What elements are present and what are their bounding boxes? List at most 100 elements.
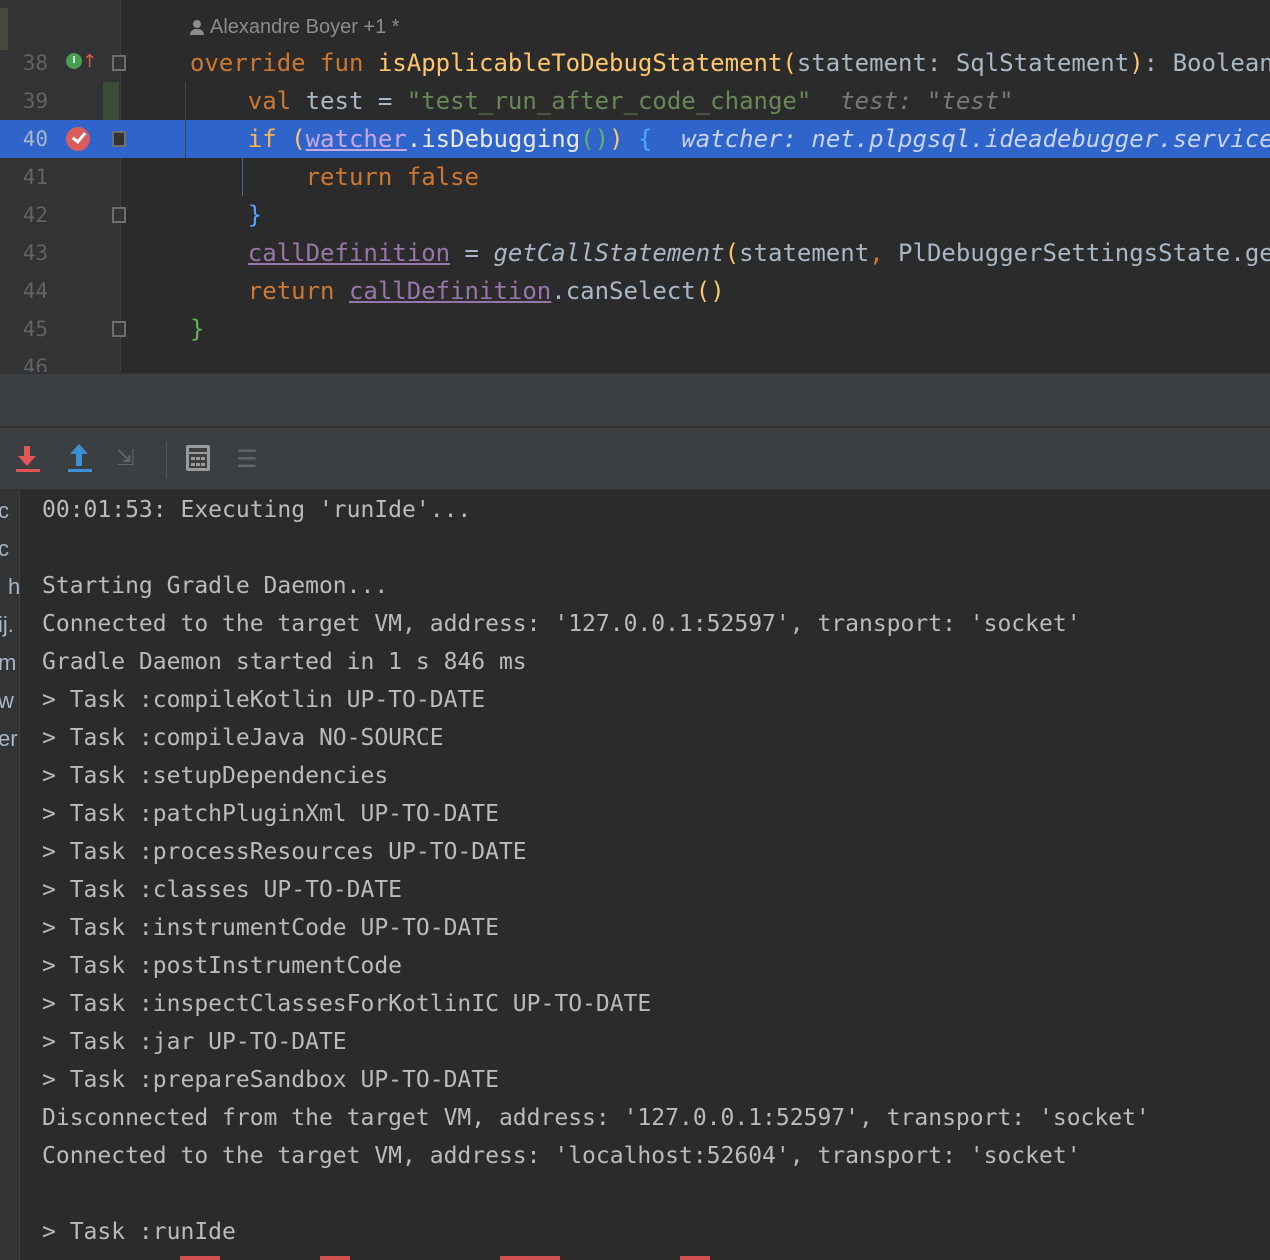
console-line[interactable]: > Task :compileJava NO-SOURCE: [42, 719, 444, 757]
vcs-change-marker[interactable]: [103, 82, 119, 120]
code-token: }: [190, 201, 263, 229]
author-text: Alexandre Boyer +1 *: [210, 15, 400, 38]
console-line[interactable]: 00:01:53: Executing 'runIde'...: [42, 491, 471, 529]
code-text[interactable]: if (watcher.isDebugging()) { watcher: ne…: [190, 120, 1270, 158]
caret-move-icon[interactable]: ⇲: [116, 442, 150, 476]
calculator-icon[interactable]: [186, 445, 210, 471]
code-token: callDefinition: [247, 239, 451, 267]
console-line[interactable]: > Task :classes UP-TO-DATE: [42, 871, 402, 909]
code-editor[interactable]: Alexandre Boyer +1 * 38 override fun isAp…: [0, 0, 1270, 372]
line-number[interactable]: 41: [8, 158, 48, 196]
console-line[interactable]: > Task :runIde: [42, 1213, 236, 1251]
truncated-text: c: [0, 498, 19, 524]
code-token: ): [609, 125, 624, 153]
code-token: test =: [305, 87, 407, 115]
run-console-output[interactable]: 00:01:53: Executing 'runIde'... Starting …: [20, 490, 1270, 1260]
code-line[interactable]: 46: [0, 348, 1270, 372]
console-line[interactable]: > Task :postInstrumentCode: [42, 947, 402, 985]
code-token: (: [291, 125, 306, 153]
code-text[interactable]: override fun isApplicableToDebugStatemen…: [190, 44, 1270, 82]
indent-guide: [185, 82, 186, 158]
console-line[interactable]: Connected to the target VM, address: 'lo…: [42, 1137, 1081, 1175]
code-token: ,: [869, 239, 899, 267]
code-token: getCallStatement: [493, 239, 725, 267]
console-line[interactable]: > Task :inspectClassesForKotlinIC UP-TO-…: [42, 985, 651, 1023]
line-number[interactable]: 43: [8, 234, 48, 272]
code-token: (): [580, 125, 610, 153]
code-line[interactable]: 44 return callDefinition.canSelect(): [0, 272, 1270, 310]
code-token: =: [450, 239, 494, 267]
console-line[interactable]: Gradle Daemon started in 1 s 846 ms: [42, 643, 527, 681]
code-line-current[interactable]: 40 if (watcher.isDebugging()) { watcher:…: [0, 120, 1270, 158]
code-token: .isDebugging: [406, 125, 581, 153]
console-truncated-line: [80, 1256, 1180, 1260]
code-token: watcher: net.plpgsql.ideadebugger.servic…: [652, 125, 1270, 153]
fold-icon[interactable]: [112, 55, 126, 71]
console-line[interactable]: > Task :patchPluginXml UP-TO-DATE: [42, 795, 499, 833]
line-number[interactable]: 39: [8, 82, 48, 120]
code-line[interactable]: 45}: [0, 310, 1270, 348]
console-line[interactable]: Disconnected from the target VM, address…: [42, 1099, 1150, 1137]
fold-icon[interactable]: [112, 207, 126, 223]
line-number[interactable]: 44: [8, 272, 48, 310]
implementation-gutter-icon[interactable]: I ↑: [66, 53, 97, 75]
line-number[interactable]: 46: [8, 348, 48, 372]
code-token: return: [190, 277, 349, 305]
code-line[interactable]: 41 return false: [0, 158, 1270, 196]
line-number[interactable]: 38: [8, 44, 48, 82]
code-token: override fun: [190, 49, 378, 77]
line-number[interactable]: 42: [8, 196, 48, 234]
code-text[interactable]: return callDefinition.canSelect(): [190, 272, 725, 310]
console-line[interactable]: > Task :processResources UP-TO-DATE: [42, 833, 527, 871]
code-token: statement: [739, 239, 870, 267]
code-line[interactable]: 39 val test = "test_run_after_code_chang…: [0, 82, 1270, 120]
console-line[interactable]: > Task :instrumentCode UP-TO-DATE: [42, 909, 499, 947]
console-left-panel: cchij.mwer: [0, 490, 20, 1260]
code-token: ): [1129, 49, 1144, 77]
code-text[interactable]: }: [190, 310, 204, 348]
console-line[interactable]: > Task :prepareSandbox UP-TO-DATE: [42, 1061, 499, 1099]
code-token: if: [190, 125, 292, 153]
code-line[interactable]: 38 override fun isApplicableToDebugStatem…: [0, 44, 1270, 82]
code-token: (: [724, 239, 740, 267]
code-text[interactable]: return false: [190, 158, 479, 196]
code-token: PlDebuggerSettingsState.ge: [898, 239, 1270, 267]
indent-guide: [242, 158, 243, 196]
download-arrow-icon[interactable]: [14, 442, 48, 476]
fold-icon[interactable]: [112, 131, 126, 147]
code-token: statement: SqlStatement: [796, 49, 1130, 77]
code-token: (): [695, 277, 725, 305]
breakpoint-icon[interactable]: [66, 127, 90, 151]
console-line[interactable]: Connected to the target VM, address: '12…: [42, 605, 1081, 643]
line-number[interactable]: 45: [8, 310, 48, 348]
code-text[interactable]: }: [190, 196, 262, 234]
code-token: .canSelect: [551, 277, 696, 305]
console-line[interactable]: > Task :setupDependencies: [42, 757, 388, 795]
fold-icon[interactable]: [112, 321, 126, 337]
truncated-text: c: [0, 536, 19, 562]
truncated-text: h: [8, 574, 20, 599]
code-token: isApplicableToDebugStatement: [377, 49, 783, 77]
code-line[interactable]: 43 callDefinition = getCallStatement(sta…: [0, 234, 1270, 272]
console-line[interactable]: > Task :compileKotlin UP-TO-DATE: [42, 681, 485, 719]
tool-window-divider[interactable]: [0, 372, 1270, 428]
code-token: }: [190, 315, 205, 343]
truncated-text: w: [0, 688, 19, 714]
code-author-annotation[interactable]: Alexandre Boyer +1 *: [190, 14, 400, 40]
console-line[interactable]: > Task :jar UP-TO-DATE: [42, 1023, 347, 1061]
code-token: {: [623, 125, 653, 153]
soft-wrap-icon[interactable]: ☰: [236, 442, 270, 476]
code-text[interactable]: val test = "test_run_after_code_change" …: [190, 82, 1014, 120]
upload-arrow-icon[interactable]: [66, 442, 100, 476]
code-token: val: [190, 87, 306, 115]
code-token: return false: [190, 163, 479, 191]
code-text[interactable]: callDefinition = getCallStatement(statem…: [190, 234, 1270, 272]
code-line[interactable]: 42 }: [0, 196, 1270, 234]
line-number[interactable]: 40: [8, 120, 48, 158]
console-line[interactable]: Starting Gradle Daemon...: [42, 567, 388, 605]
code-token: test: "test": [811, 87, 1014, 115]
code-token: (: [782, 49, 797, 77]
code-token: callDefinition: [348, 277, 552, 305]
truncated-text: m: [0, 650, 19, 676]
